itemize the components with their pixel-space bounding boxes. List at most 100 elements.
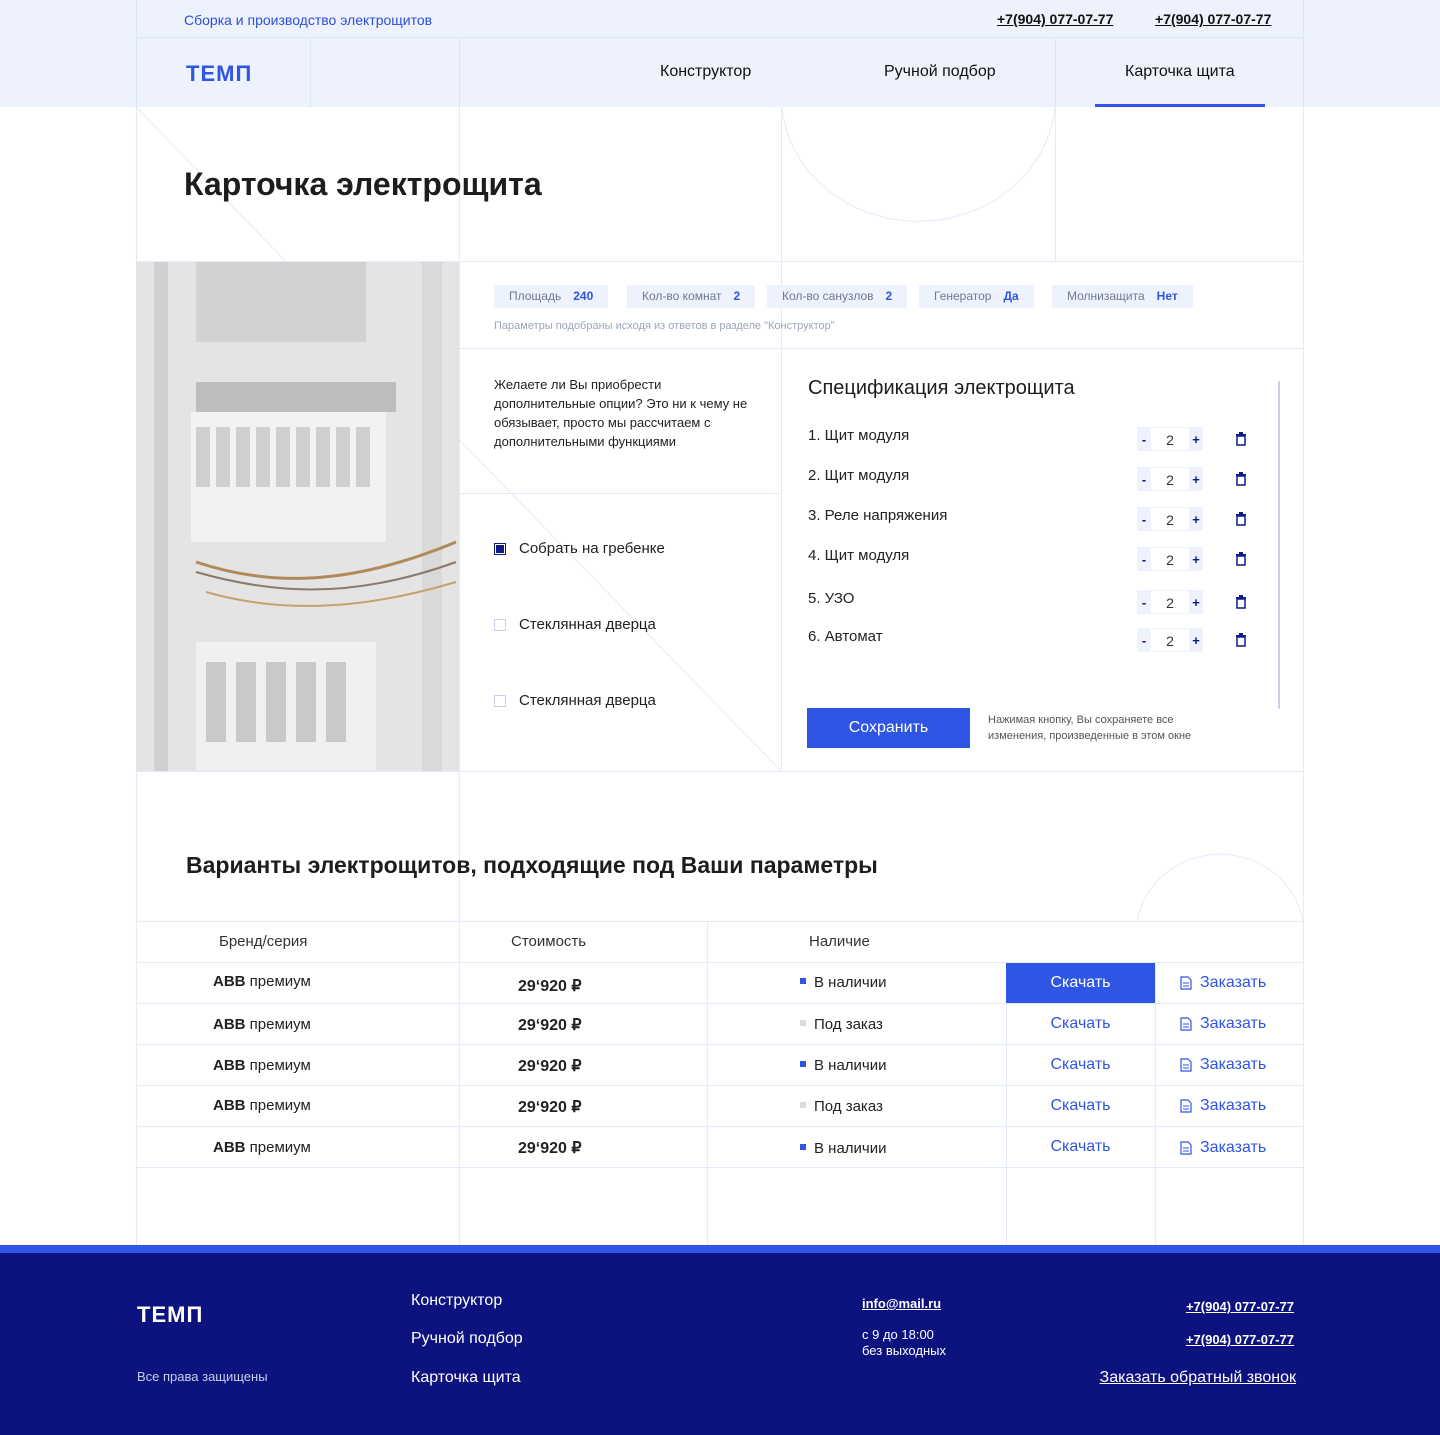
spec-title: Спецификация электрощита bbox=[808, 377, 1075, 399]
spec-item: 2. Щит модуля -2 + bbox=[808, 467, 1248, 491]
decrement-button[interactable]: - bbox=[1137, 547, 1151, 571]
checkbox[interactable] bbox=[494, 618, 506, 631]
variants-title: Варианты электрощитов, подходящие под Ва… bbox=[186, 852, 878, 878]
param-value: Нет bbox=[1156, 289, 1178, 303]
price-cell: 29‘920 ₽ bbox=[518, 1099, 582, 1116]
trash-icon[interactable] bbox=[1235, 472, 1247, 486]
decrement-button[interactable]: - bbox=[1137, 467, 1151, 491]
decrement-button[interactable]: - bbox=[1137, 628, 1151, 652]
header-phone-1[interactable]: +7(904) 077-07-77 bbox=[997, 11, 1113, 27]
order-label: Заказать bbox=[1200, 1139, 1267, 1156]
option-glass-door-1[interactable]: Стеклянная дверца bbox=[494, 616, 656, 633]
param-chip-generator: Генератор Да bbox=[919, 285, 1034, 308]
header-divider bbox=[1055, 38, 1056, 107]
download-button[interactable]: Скачать bbox=[1006, 1086, 1155, 1126]
header-phone-2[interactable]: +7(904) 077-07-77 bbox=[1155, 11, 1271, 27]
decrement-button[interactable]: - bbox=[1137, 590, 1151, 614]
order-link[interactable]: Заказать bbox=[1180, 1097, 1266, 1115]
option-comb-assembly[interactable]: Собрать на гребенке bbox=[494, 540, 665, 557]
panel-photo bbox=[136, 262, 459, 771]
nav-constructor[interactable]: Конструктор bbox=[660, 63, 751, 81]
footer-email[interactable]: info@mail.ru bbox=[862, 1296, 941, 1311]
footer-link-panel-card[interactable]: Карточка щита bbox=[411, 1369, 521, 1387]
option-glass-door-2[interactable]: Стеклянная дверца bbox=[494, 692, 656, 709]
param-value: Да bbox=[1003, 289, 1019, 303]
brand-cell: ABB премиум bbox=[213, 973, 311, 990]
logo[interactable]: ТЕМП bbox=[186, 61, 252, 87]
download-button[interactable]: Скачать bbox=[1006, 1004, 1155, 1044]
column-availability: Наличие bbox=[809, 933, 870, 950]
nav-manual-selection[interactable]: Ручной подбор bbox=[884, 63, 996, 81]
checkbox-checked[interactable] bbox=[494, 542, 506, 555]
availability-text: В наличии bbox=[814, 974, 887, 991]
params-note: Параметры подобраны исходя из ответов в … bbox=[494, 320, 835, 332]
price-cell: 29‘920 ₽ bbox=[518, 978, 582, 995]
order-link[interactable]: Заказать bbox=[1180, 1139, 1266, 1157]
footer-link-constructor[interactable]: Конструктор bbox=[411, 1292, 502, 1310]
spec-item-name: 6. Автомат bbox=[808, 628, 883, 645]
column-brand: Бренд/серия bbox=[219, 933, 308, 950]
footer-phone-1[interactable]: +7(904) 077-07-77 bbox=[1186, 1299, 1294, 1314]
brand-name: ABB bbox=[213, 1016, 246, 1033]
param-chip-rooms: Кол-во комнат 2 bbox=[627, 285, 756, 308]
in-stock-indicator bbox=[800, 1061, 806, 1068]
param-chip-area: Площадь 240 bbox=[494, 285, 609, 308]
order-link[interactable]: Заказать bbox=[1180, 974, 1266, 992]
column-price: Стоимость bbox=[511, 933, 587, 950]
spec-item: 1. Щит модуля -2 + bbox=[808, 427, 1248, 451]
download-button[interactable]: Скачать bbox=[1006, 1045, 1155, 1085]
param-value: 240 bbox=[573, 289, 594, 303]
availability-text: Под заказ bbox=[814, 1098, 883, 1115]
download-button[interactable]: Скачать bbox=[1006, 1127, 1155, 1167]
nav-panel-card[interactable]: Карточка щита bbox=[1125, 63, 1235, 81]
order-link[interactable]: Заказать bbox=[1180, 1056, 1266, 1074]
order-link[interactable]: Заказать bbox=[1180, 1015, 1266, 1033]
increment-button[interactable]: + bbox=[1189, 467, 1203, 491]
trash-icon[interactable] bbox=[1235, 432, 1247, 446]
trash-icon[interactable] bbox=[1235, 512, 1247, 526]
increment-button[interactable]: + bbox=[1189, 507, 1203, 531]
checkbox[interactable] bbox=[494, 694, 506, 707]
spec-scrollbar[interactable] bbox=[1278, 381, 1280, 709]
quantity-value[interactable]: 2 bbox=[1151, 628, 1189, 652]
order-label: Заказать bbox=[1200, 1015, 1267, 1032]
increment-button[interactable]: + bbox=[1189, 590, 1203, 614]
footer-phone-2[interactable]: +7(904) 077-07-77 bbox=[1186, 1332, 1294, 1347]
brand-name: ABB bbox=[213, 1139, 246, 1156]
param-label: Площадь bbox=[509, 289, 562, 303]
increment-button[interactable]: + bbox=[1189, 427, 1203, 451]
spec-item-name: 1. Щит модуля bbox=[808, 427, 910, 444]
quantity-value[interactable]: 2 bbox=[1151, 547, 1189, 571]
trash-icon[interactable] bbox=[1235, 552, 1247, 566]
option-label: Стеклянная дверца bbox=[519, 616, 656, 633]
spec-item-name: 4. Щит модуля bbox=[808, 547, 910, 564]
price-cell: 29‘920 ₽ bbox=[518, 1017, 582, 1034]
save-button[interactable]: Сохранить bbox=[807, 708, 970, 748]
trash-icon[interactable] bbox=[1235, 633, 1247, 647]
spec-item-name: 5. УЗО bbox=[808, 590, 855, 607]
quantity-value[interactable]: 2 bbox=[1151, 427, 1189, 451]
callback-link[interactable]: Заказать обратный звонок bbox=[1100, 1369, 1296, 1387]
increment-button[interactable]: + bbox=[1189, 628, 1203, 652]
param-value: 2 bbox=[733, 289, 741, 303]
footer-logo[interactable]: ТЕМП bbox=[137, 1302, 203, 1328]
working-hours: с 9 до 18:00 без выходных bbox=[862, 1327, 946, 1359]
trash-icon[interactable] bbox=[1235, 595, 1247, 609]
param-label: Генератор bbox=[934, 289, 992, 303]
tagline: Сборка и производство электрощитов bbox=[184, 12, 433, 28]
decrement-button[interactable]: - bbox=[1137, 427, 1151, 451]
series-name: премиум bbox=[249, 973, 311, 990]
quantity-stepper: -2 + bbox=[1137, 427, 1203, 451]
series-name: премиум bbox=[249, 1057, 311, 1074]
availability-cell: Под заказ bbox=[800, 1098, 883, 1115]
quantity-value[interactable]: 2 bbox=[1151, 507, 1189, 531]
download-button[interactable]: Скачать bbox=[1006, 963, 1155, 1003]
decrement-button[interactable]: - bbox=[1137, 507, 1151, 531]
param-value: 2 bbox=[885, 289, 893, 303]
order-label: Заказать bbox=[1200, 974, 1267, 991]
quantity-value[interactable]: 2 bbox=[1151, 590, 1189, 614]
save-note: Нажимая кнопку, Вы сохраняете все измене… bbox=[988, 714, 1192, 742]
increment-button[interactable]: + bbox=[1189, 547, 1203, 571]
quantity-value[interactable]: 2 bbox=[1151, 467, 1189, 491]
footer-link-manual-selection[interactable]: Ручной подбор bbox=[411, 1330, 523, 1348]
